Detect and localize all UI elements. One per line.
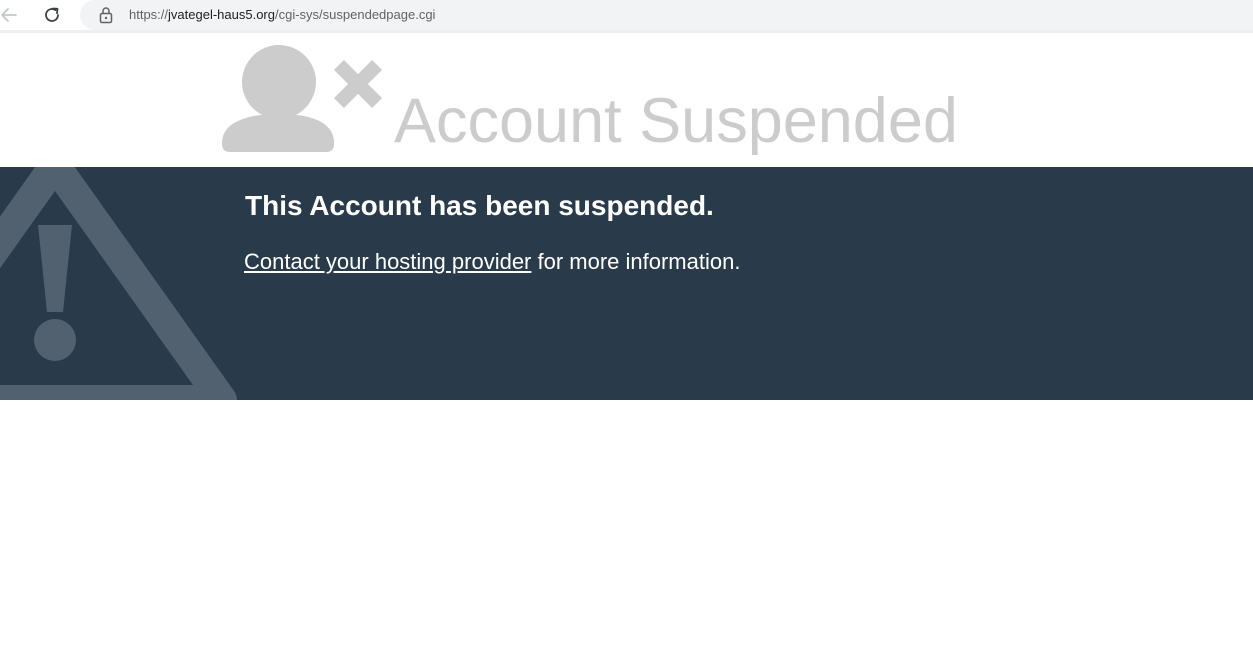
page-title: Account Suspended [394,86,958,156]
browser-toolbar: https://jvategel-haus5.org/cgi-sys/suspe… [0,0,1253,33]
page-header: Account Suspended [0,33,1253,167]
url-text[interactable]: https://jvategel-haus5.org/cgi-sys/suspe… [129,6,435,23]
address-bar[interactable]: https://jvategel-haus5.org/cgi-sys/suspe… [80,0,1253,30]
warning-triangle-icon [0,167,237,400]
back-button[interactable] [0,3,21,27]
contact-hosting-provider-link[interactable]: Contact your hosting provider [244,249,531,274]
reload-button[interactable] [40,3,64,27]
user-x-icon [222,45,383,153]
lock-icon[interactable] [98,6,114,24]
suspension-banner: This Account has been suspended. Contact… [0,167,1253,400]
suspension-heading: This Account has been suspended. [245,190,714,221]
arrow-left-icon [1,8,17,22]
url-host: jvategel-haus5.org [168,7,275,22]
url-path: /cgi-sys/suspendedpage.cgi [275,7,436,22]
reload-icon [45,7,59,22]
info-suffix: for more information. [531,249,741,274]
url-scheme: https:// [129,7,169,22]
suspension-info: Contact your hosting provider for more i… [244,248,740,276]
